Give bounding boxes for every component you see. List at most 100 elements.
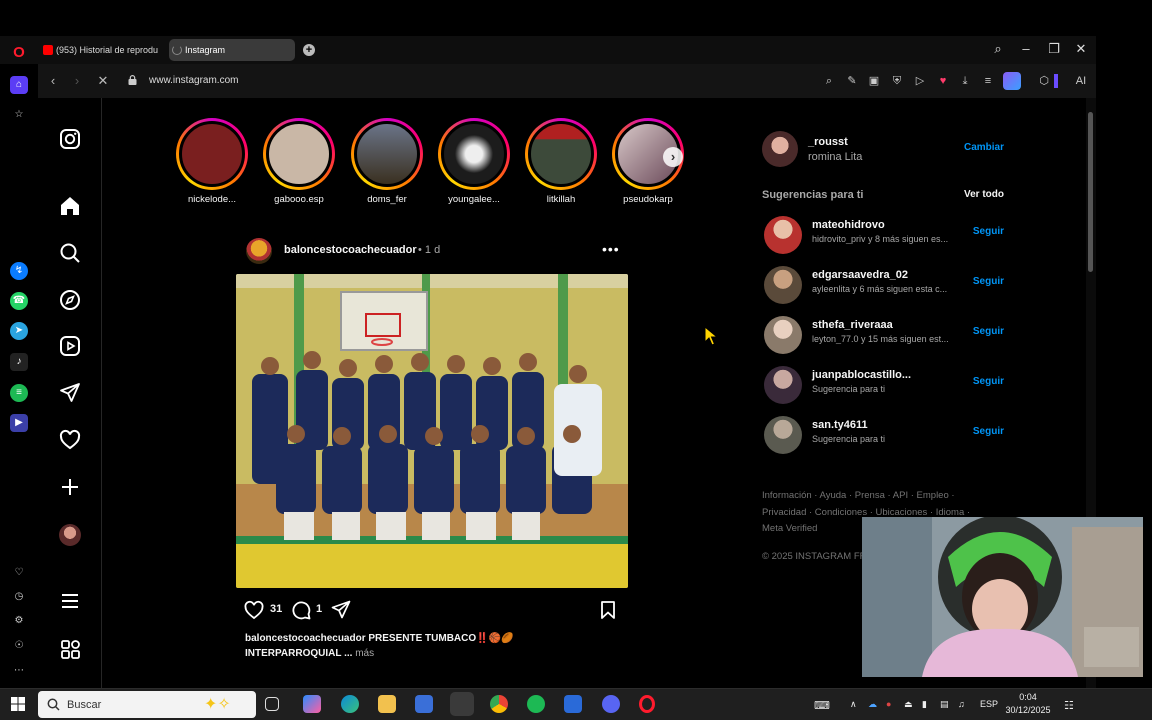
suggestion-username[interactable]: edgarsaavedra_02 [812, 269, 908, 281]
save-icon[interactable] [598, 600, 618, 620]
home-icon[interactable]: ⌂ [10, 76, 28, 94]
follow-button[interactable]: Seguir [973, 276, 1004, 287]
comment-count[interactable]: 1 [316, 603, 322, 615]
notifications-icon[interactable] [59, 429, 81, 451]
play-icon[interactable]: ▷ [913, 74, 927, 88]
back-button[interactable]: ‹ [46, 74, 60, 88]
post-author-username[interactable]: baloncestocoachecuador [284, 244, 417, 256]
discord-icon[interactable] [602, 695, 620, 713]
cube-icon[interactable]: ⬡ [1037, 74, 1051, 88]
app-window-icon[interactable] [564, 695, 582, 713]
suggestion-username[interactable]: juanpablocastillo... [812, 369, 911, 381]
profile-avatar[interactable] [59, 524, 81, 546]
network-icon[interactable]: ▤ [940, 699, 949, 710]
lock-icon[interactable] [128, 75, 137, 85]
follow-button[interactable]: Seguir [973, 226, 1004, 237]
switch-account-button[interactable]: Cambiar [964, 142, 1004, 153]
suggestion-avatar[interactable] [764, 316, 802, 354]
whatsapp-icon[interactable]: ☎ [10, 292, 28, 310]
menu-icon[interactable]: ≡ [981, 74, 995, 88]
windows-start-icon[interactable] [11, 697, 25, 711]
post-image[interactable] [236, 274, 628, 588]
suggestion-username[interactable]: mateohidrovo [812, 219, 885, 231]
keyboard-icon[interactable]: ⌨ [814, 699, 830, 712]
settings-icon[interactable]: ⚙ [10, 612, 28, 630]
current-account-username[interactable]: _rousst [808, 136, 848, 148]
task-view-icon[interactable] [265, 697, 279, 711]
show-hidden-icons[interactable]: ∧ [850, 699, 857, 710]
zoom-icon[interactable]: ⌕ [822, 74, 836, 88]
spotify-icon[interactable] [527, 695, 545, 713]
edit-icon[interactable]: ✎ [845, 74, 859, 88]
see-all-link[interactable]: Ver todo [964, 189, 1004, 200]
suggestion-username[interactable]: san.ty4611 [812, 419, 868, 431]
tab-youtube[interactable]: (953) Historial de reprodu [40, 39, 164, 61]
clock[interactable]: 0:04 30/12/2025 [1002, 691, 1054, 717]
more-menu-icon[interactable] [59, 590, 81, 612]
tab-instagram[interactable]: Instagram [169, 39, 295, 61]
stories-next-button[interactable]: › [663, 147, 683, 167]
create-icon[interactable] [59, 476, 81, 498]
language-indicator[interactable]: ESP [980, 699, 998, 709]
shield-icon[interactable]: ⛨ [890, 74, 904, 88]
microphone-icon[interactable]: ▮ [922, 699, 927, 710]
history-icon[interactable]: ◷ [10, 588, 28, 606]
follow-button[interactable]: Seguir [973, 376, 1004, 387]
opera-logo-icon[interactable]: O [10, 44, 28, 62]
like-icon[interactable] [244, 600, 264, 620]
story-item[interactable]: litkillah [521, 118, 601, 205]
comment-icon[interactable] [291, 600, 311, 620]
post-author-avatar[interactable] [246, 238, 272, 264]
post-options-icon[interactable]: ••• [602, 241, 620, 257]
footer-links-line-1[interactable]: Información · Ayuda · Prensa · API · Emp… [762, 488, 982, 505]
follow-button[interactable]: Seguir [973, 426, 1004, 437]
heart-icon[interactable]: ♥ [936, 74, 950, 88]
like-count[interactable]: 31 [270, 603, 282, 615]
store-icon[interactable] [415, 695, 433, 713]
opera-icon[interactable] [639, 695, 655, 713]
pin-icon[interactable]: ☆ [10, 106, 28, 124]
spotify-icon[interactable]: ≡ [10, 384, 28, 402]
stop-loading-button[interactable]: ✕ [96, 74, 110, 88]
caption-more-link[interactable]: más [355, 648, 374, 659]
suggestion-avatar[interactable] [764, 216, 802, 254]
scrollbar-thumb[interactable] [1088, 112, 1093, 272]
obs-icon[interactable] [450, 692, 474, 716]
volume-icon[interactable]: ♫ [958, 699, 965, 709]
forward-button[interactable]: › [70, 74, 84, 88]
also-from-meta-icon[interactable] [59, 638, 81, 660]
profile-icon[interactable] [1003, 72, 1021, 90]
file-explorer-icon[interactable] [378, 695, 396, 713]
search-icon[interactable] [59, 242, 81, 264]
chrome-icon[interactable] [490, 695, 508, 713]
home-icon[interactable] [59, 195, 81, 217]
follow-button[interactable]: Seguir [973, 326, 1004, 337]
url-field[interactable]: www.instagram.com [149, 75, 238, 86]
notifications-icon[interactable]: ☷ [1064, 699, 1074, 712]
edge-icon[interactable] [341, 695, 359, 713]
suggestion-username[interactable]: sthefa_riveraaa [812, 319, 893, 331]
heart-outline-icon[interactable]: ♡ [10, 564, 28, 582]
story-item[interactable]: youngalee... [434, 118, 514, 205]
story-item[interactable]: gabooo.esp [259, 118, 339, 205]
opera-gx-tray-icon[interactable]: ● [886, 699, 891, 709]
copilot-icon[interactable] [303, 695, 321, 713]
usb-icon[interactable]: ⏏ [904, 699, 913, 710]
messenger-icon[interactable]: ↯ [10, 262, 28, 280]
player-icon[interactable]: ▶ [10, 414, 28, 432]
new-tab-button[interactable]: + [303, 44, 315, 56]
current-account-avatar[interactable] [762, 131, 798, 167]
story-item[interactable]: doms_fer [347, 118, 427, 205]
instagram-logo-icon[interactable] [59, 128, 81, 150]
explore-icon[interactable] [59, 289, 81, 311]
suggestion-avatar[interactable] [764, 366, 802, 404]
suggestion-avatar[interactable] [764, 416, 802, 454]
story-item[interactable]: nickelode... [172, 118, 252, 205]
ai-icon[interactable]: AI [1070, 74, 1092, 88]
telegram-icon[interactable]: ➤ [10, 322, 28, 340]
more-icon[interactable]: ⋯ [10, 662, 28, 680]
reels-icon[interactable] [59, 335, 81, 357]
camera-icon[interactable]: ▣ [867, 74, 881, 88]
lightbulb-icon[interactable]: ☉ [10, 637, 28, 655]
messages-icon[interactable] [59, 382, 81, 404]
